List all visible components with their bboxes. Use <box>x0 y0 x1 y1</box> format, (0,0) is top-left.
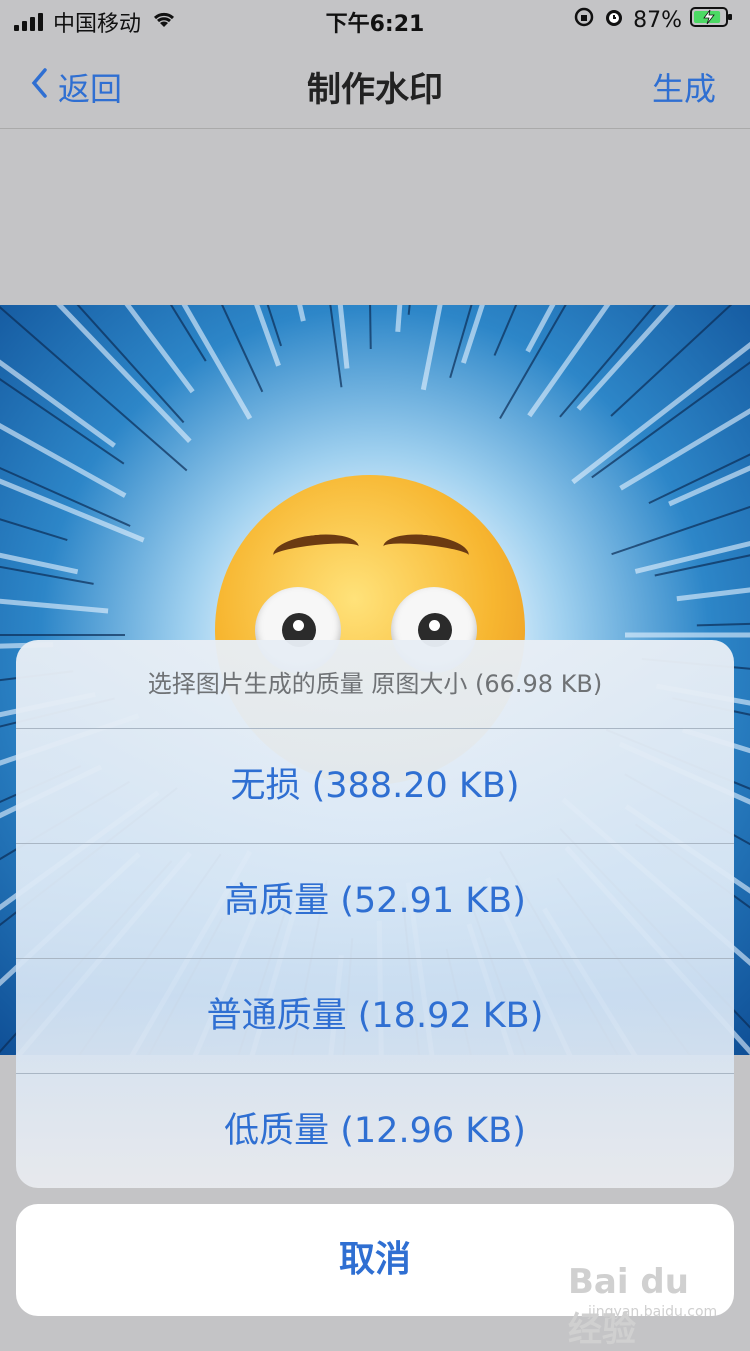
speed-line <box>337 305 350 369</box>
navigation-bar: 返回 制作水印 生成 <box>0 40 750 129</box>
option-low-quality[interactable]: 低质量 (12.96 KB) <box>16 1074 734 1188</box>
status-bar: 中国移动 下午6:21 87% <box>0 0 750 40</box>
speed-line <box>369 305 372 350</box>
battery-percent: 87% <box>633 7 682 33</box>
alarm-icon <box>603 6 625 34</box>
speed-line <box>56 305 192 443</box>
speed-line <box>407 305 411 315</box>
speed-line <box>576 305 676 411</box>
speed-line <box>0 306 188 472</box>
option-lossless[interactable]: 无损 (388.20 KB) <box>16 729 734 844</box>
option-normal-quality[interactable]: 普通质量 (18.92 KB) <box>16 959 734 1074</box>
speed-line <box>696 622 750 627</box>
right-brow <box>381 530 471 572</box>
speed-line <box>0 478 145 543</box>
sheet-title: 选择图片生成的质量 原图大小 (66.98 KB) <box>16 640 734 729</box>
page-title: 制作水印 <box>307 70 443 110</box>
quality-action-sheet: 选择图片生成的质量 原图大小 (66.98 KB) 无损 (388.20 KB)… <box>16 640 734 1188</box>
speed-line <box>169 305 207 362</box>
option-high-quality[interactable]: 高质量 (52.91 KB) <box>16 844 734 959</box>
battery-charging-icon <box>690 6 734 34</box>
left-brow <box>271 530 361 572</box>
speed-line <box>254 305 281 367</box>
baidu-watermark: Bai du 经验 jingyan.baidu.com <box>568 1262 728 1350</box>
lock-rotation-icon <box>573 6 595 34</box>
speed-line <box>676 587 750 602</box>
generate-button[interactable]: 生成 <box>652 64 716 110</box>
speed-line <box>461 305 485 364</box>
status-right: 87% <box>573 6 734 34</box>
speed-line <box>329 305 343 388</box>
watermark-url: jingyan.baidu.com <box>588 1304 718 1320</box>
speed-line <box>571 341 750 485</box>
